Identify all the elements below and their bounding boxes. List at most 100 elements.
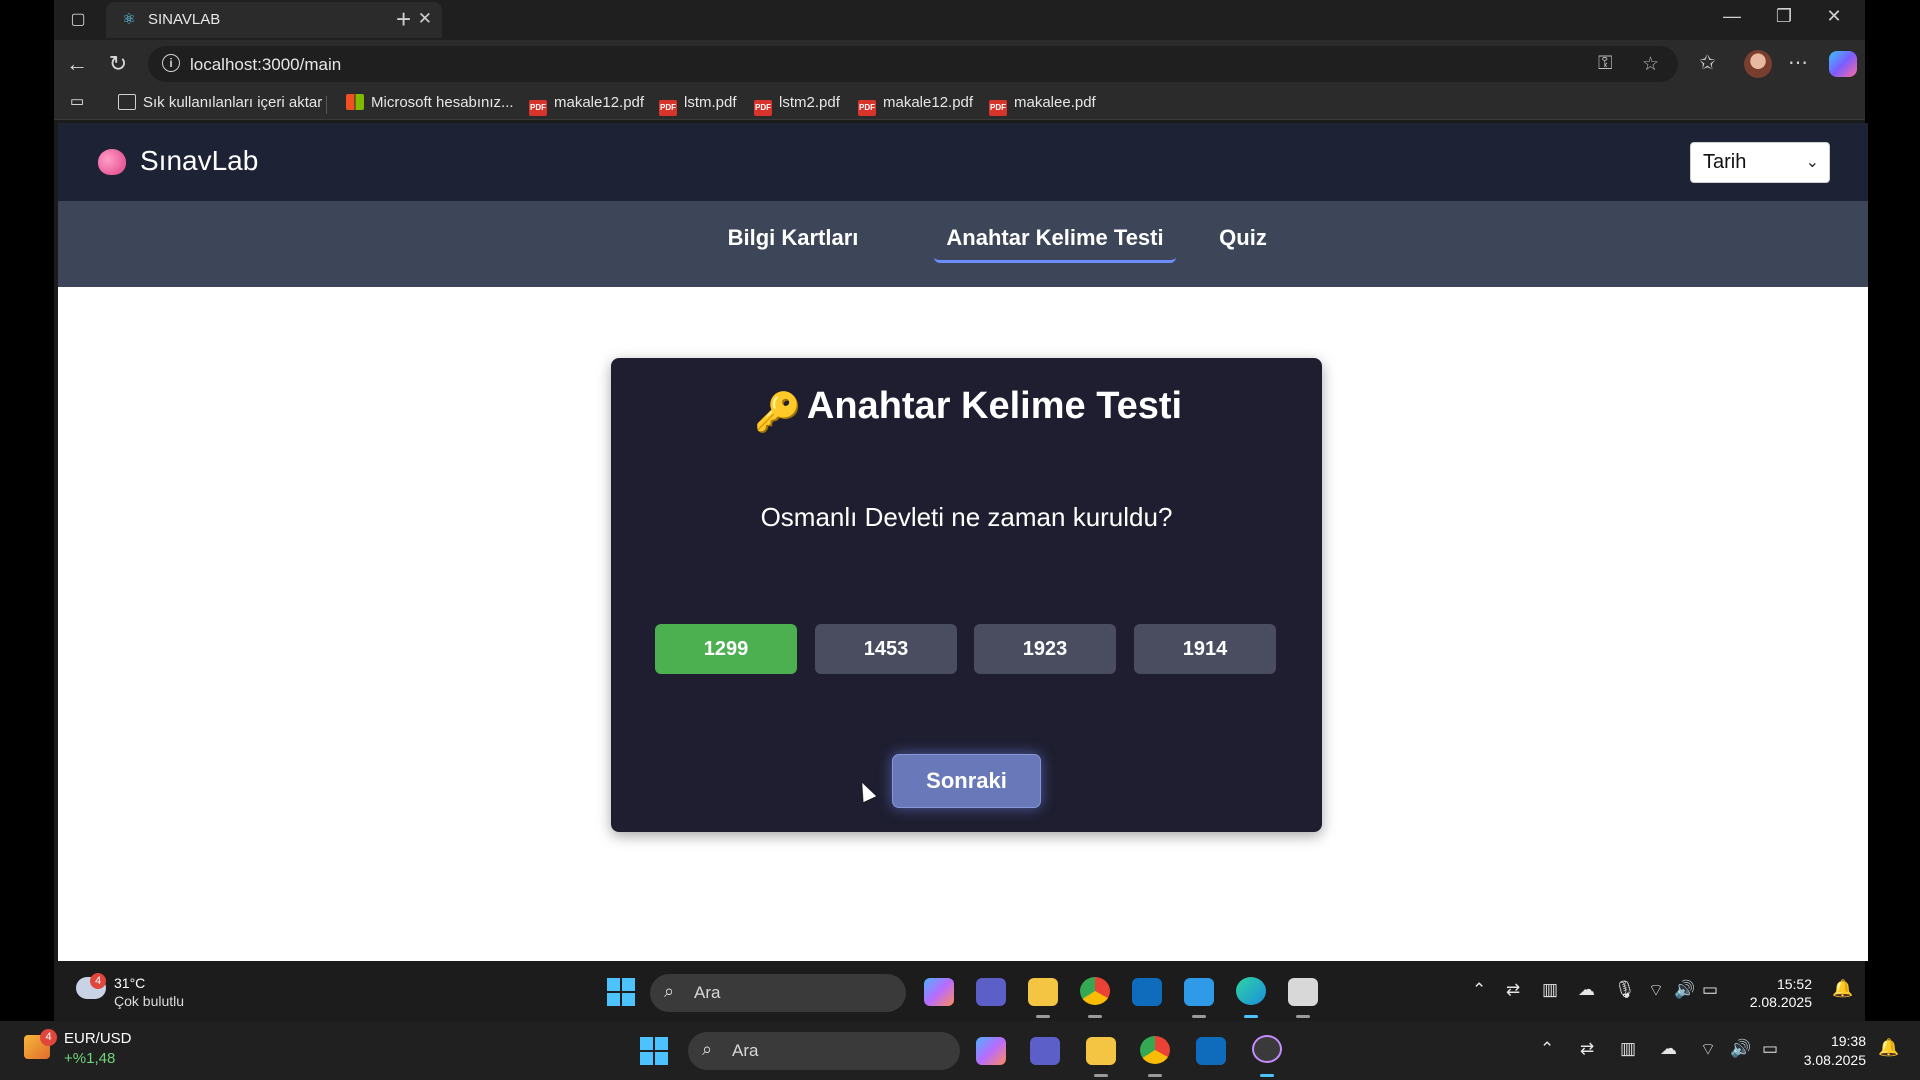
import-icon [118, 94, 136, 110]
weather-description[interactable]: Çok bulutlu [114, 993, 184, 1009]
inner-clock-time[interactable]: 15:52 [1748, 976, 1812, 992]
main-nav: Bilgi Kartları Anahtar Kelime Testi Quiz [58, 201, 1868, 287]
copilot-app-icon[interactable] [976, 1037, 1006, 1065]
pdf-icon: PDF [659, 100, 677, 116]
microsoft-icon [346, 94, 364, 110]
onedrive-icon[interactable]: ☁ [1660, 1039, 1677, 1059]
taskbar-search[interactable]: ⌕ Ara [650, 974, 906, 1012]
site-info-icon[interactable]: i [162, 54, 180, 72]
address-bar[interactable]: i localhost:3000/main ⚿ ☆ [148, 46, 1678, 82]
new-tab-icon[interactable]: + [396, 4, 411, 34]
bookmark-microsoft[interactable]: Microsoft hesabınız... [346, 94, 514, 111]
battery-icon[interactable]: ▭ [1702, 980, 1718, 1000]
address-url[interactable]: localhost:3000/main [190, 55, 341, 75]
network-monitor-icon[interactable]: ▥ [1542, 980, 1558, 1000]
inner-clock-date[interactable]: 2.08.2025 [1732, 994, 1812, 1010]
windows-start-icon[interactable] [640, 1037, 668, 1065]
favorite-star-icon[interactable]: ☆ [1642, 53, 1659, 76]
battery-icon[interactable]: ▭ [1762, 1039, 1778, 1059]
file-explorer-icon[interactable] [1028, 978, 1058, 1006]
notifications-icon[interactable]: 🔔 [1878, 1038, 1899, 1058]
pdf-icon: PDF [989, 100, 1007, 116]
sort-select[interactable]: Tarih ⌄ [1690, 142, 1830, 183]
favorites-icon[interactable]: ✩ [1699, 50, 1716, 75]
bookmark-pdf[interactable]: PDF lstm.pdf [659, 94, 737, 116]
file-explorer-icon[interactable] [1086, 1037, 1116, 1065]
wifi-icon[interactable]: ⌔ [1700, 1039, 1716, 1060]
profile-avatar[interactable] [1744, 50, 1772, 78]
tab-anahtar-kelime-testi[interactable]: Anahtar Kelime Testi [934, 219, 1176, 263]
wifi-icon[interactable]: ⌔ [1648, 980, 1664, 1001]
chrome-icon[interactable] [1080, 977, 1110, 1005]
taskbar-search-label: Ara [694, 983, 721, 1002]
microphone-icon[interactable]: 🎙 [1614, 980, 1636, 1000]
taskbar-search[interactable]: ⌕ Ara [688, 1032, 960, 1070]
chevron-up-icon[interactable]: ⌃ [1540, 1039, 1554, 1059]
weather-temperature[interactable]: 31°C [114, 975, 145, 991]
ticker-change[interactable]: +%1,48 [64, 1050, 115, 1067]
card-title: Anahtar Kelime Testi [806, 385, 1183, 427]
tab-title: SINAVLAB [148, 11, 221, 28]
answer-option[interactable]: 1453 [815, 624, 957, 674]
windows-start-icon[interactable] [607, 978, 635, 1006]
pdf-icon: PDF [529, 100, 547, 116]
notifications-icon[interactable]: 🔔 [1832, 979, 1853, 999]
next-button[interactable]: Sonraki [892, 754, 1041, 808]
bookmark-pdf[interactable]: PDF makale12.pdf [858, 94, 973, 116]
back-icon[interactable]: ← [62, 51, 92, 77]
remote-desktop-icon[interactable] [1252, 1035, 1282, 1063]
bookmark-pdf[interactable]: PDF lstm2.pdf [754, 94, 840, 116]
outlook-icon[interactable] [1196, 1037, 1226, 1065]
more-icon[interactable]: ⋯ [1788, 50, 1808, 75]
bookmark-label: makalee.pdf [1014, 94, 1096, 111]
answer-option[interactable]: 1914 [1134, 624, 1276, 674]
chevron-down-icon: ⌄ [1805, 154, 1819, 171]
answer-option-correct[interactable]: 1299 [655, 624, 797, 674]
copilot-icon[interactable] [1829, 51, 1857, 77]
chevron-up-icon[interactable]: ⌃ [1472, 980, 1486, 1000]
bookmark-pdf[interactable]: PDF makale12.pdf [529, 94, 644, 116]
brain-logo-icon [98, 149, 126, 175]
sync-icon[interactable]: ⇄ [1506, 980, 1520, 1000]
app-logo-text[interactable]: SınavLab [140, 145, 258, 177]
outlook-icon[interactable] [1132, 978, 1162, 1006]
tab-bilgi-kartlari[interactable]: Bilgi Kartları [711, 219, 875, 263]
network-monitor-icon[interactable]: ▥ [1620, 1039, 1636, 1059]
browser-tab[interactable]: ⚛ SINAVLAB ✕ [106, 2, 442, 38]
running-indicator [1296, 1015, 1310, 1018]
volume-icon[interactable]: 🔊 [1674, 980, 1695, 1000]
teams-icon[interactable] [976, 978, 1006, 1006]
minimize-icon[interactable]: — [1712, 6, 1752, 27]
question-text: Osmanlı Devleti ne zaman kuruldu? [760, 502, 1173, 532]
sort-select-value: Tarih [1703, 151, 1747, 173]
inner-taskbar: 4 31°C Çok bulutlu ⌕ Ara ⌃ ⇄ ▥ ☁ 🎙 ⌔ 🔊 ▭… [54, 963, 1865, 1021]
chrome-icon[interactable] [1140, 1036, 1170, 1064]
ticker-name[interactable]: EUR/USD [64, 1030, 132, 1047]
volume-icon[interactable]: 🔊 [1730, 1039, 1751, 1059]
reload-icon[interactable]: ↻ [103, 51, 133, 77]
ticker-badge: 4 [40, 1029, 57, 1046]
onedrive-icon[interactable]: ☁ [1578, 980, 1595, 1000]
password-key-icon[interactable]: ⚿ [1598, 53, 1612, 75]
tab-actions-icon[interactable]: ▢ [66, 8, 90, 32]
teams-icon[interactable] [1030, 1037, 1060, 1065]
running-indicator [1088, 1015, 1102, 1018]
edge-icon[interactable] [1236, 977, 1266, 1005]
answer-option[interactable]: 1923 [974, 624, 1116, 674]
host-clock-date[interactable]: 3.08.2025 [1788, 1052, 1866, 1068]
close-window-icon[interactable]: ✕ [1814, 6, 1854, 27]
restore-icon[interactable]: ❐ [1764, 6, 1804, 27]
vscode-icon[interactable] [1184, 978, 1214, 1006]
bookmark-pdf[interactable]: PDF makalee.pdf [989, 94, 1096, 116]
snipping-tool-icon[interactable] [1288, 978, 1318, 1006]
reading-view-icon[interactable]: ▭ [70, 92, 84, 110]
running-indicator [1094, 1074, 1108, 1077]
tab-quiz[interactable]: Quiz [1206, 219, 1280, 263]
copilot-app-icon[interactable] [924, 978, 954, 1006]
sync-icon[interactable]: ⇄ [1580, 1039, 1594, 1059]
bookmark-import[interactable]: Sık kullanılanları içeri aktar [118, 94, 322, 111]
react-favicon-icon: ⚛ [122, 11, 136, 28]
tab-close-icon[interactable]: ✕ [418, 9, 432, 29]
running-indicator [1148, 1074, 1162, 1077]
host-clock-time[interactable]: 19:38 [1800, 1033, 1866, 1049]
